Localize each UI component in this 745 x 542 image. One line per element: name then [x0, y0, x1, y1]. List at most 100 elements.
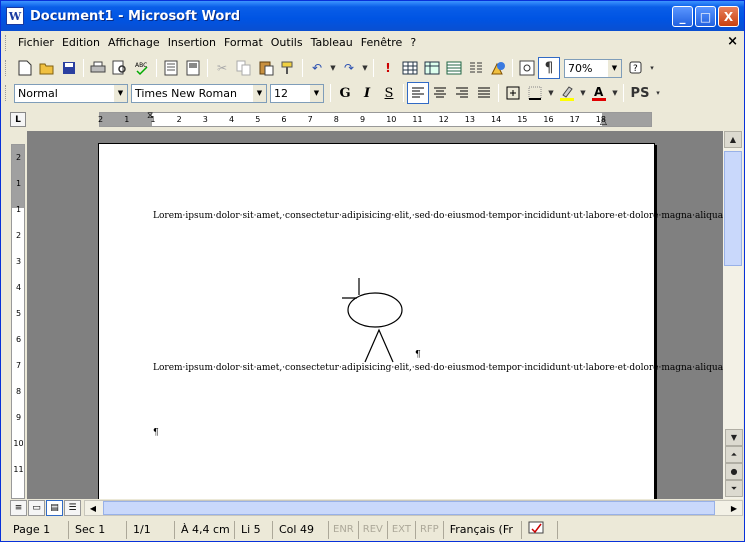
scroll-right-icon[interactable]: ▶: [726, 501, 742, 515]
insert-excel-icon[interactable]: [443, 57, 465, 79]
undo-dropdown-icon[interactable]: ▼: [328, 57, 338, 79]
document-area[interactable]: Lorem·ipsum·dolor·sit·amet,·consectetur·…: [27, 131, 723, 499]
status-rfp[interactable]: RFP: [416, 521, 444, 539]
borders-icon[interactable]: [524, 82, 546, 104]
new-document-icon[interactable]: [14, 57, 36, 79]
print-icon[interactable]: [87, 57, 109, 79]
redo-icon[interactable]: ↷: [338, 57, 360, 79]
vertical-ruler[interactable]: 2 1 1 2 3 4 5 6 7 8 9 10 11: [11, 144, 25, 499]
align-center-icon[interactable]: [429, 82, 451, 104]
scroll-down-icon[interactable]: ▼: [725, 429, 743, 446]
columns-icon[interactable]: [465, 57, 487, 79]
menu-grip-handle[interactable]: [5, 35, 8, 51]
save-icon[interactable]: [58, 57, 80, 79]
scroll-left-icon[interactable]: ◀: [85, 501, 101, 515]
show-hide-formatting-icon[interactable]: ¶: [538, 57, 560, 79]
toolbar-separator: [373, 59, 374, 77]
italic-button[interactable]: I: [356, 82, 378, 104]
horizontal-ruler[interactable]: ⧖ △ 2 1 1 2 3 4 5 6 7 8 9 10 11 12 13 14 15 16 17 18: [98, 111, 652, 127]
title-bar[interactable]: W Document1 - Microsoft Word _ □ X: [1, 1, 744, 31]
previous-page-icon[interactable]: ⏶: [725, 446, 743, 463]
horizontal-scroll-thumb[interactable]: [103, 501, 715, 515]
print-layout-icon[interactable]: ▤: [46, 500, 63, 516]
ruler-tick-label: 2: [98, 115, 104, 124]
align-right-icon[interactable]: [451, 82, 473, 104]
paragraph-2[interactable]: Lorem·ipsum·dolor·sit·amet,·consectetur·…: [153, 362, 723, 375]
open-folder-icon[interactable]: [36, 57, 58, 79]
format-painter-icon[interactable]: [277, 57, 299, 79]
menu-tableau[interactable]: Tableau: [307, 34, 357, 52]
spelling-status-icon[interactable]: [522, 521, 558, 539]
redo-dropdown-icon[interactable]: ▼: [360, 57, 370, 79]
tab-selector[interactable]: L: [10, 112, 26, 127]
scroll-up-icon[interactable]: ▲: [724, 131, 742, 148]
highlight-icon[interactable]: [556, 82, 578, 104]
paragraph-1[interactable]: Lorem·ipsum·dolor·sit·amet,·consectetur·…: [153, 210, 723, 223]
normal-view-icon[interactable]: ≡: [10, 500, 27, 516]
print-preview-icon[interactable]: [109, 57, 131, 79]
menu-affichage[interactable]: Affichage: [104, 34, 164, 52]
justify-icon[interactable]: [473, 82, 495, 104]
menu-fichier[interactable]: Fichier: [14, 34, 58, 52]
zoom-select[interactable]: 70% ▼: [564, 58, 622, 78]
outline-border-icon[interactable]: [502, 82, 524, 104]
cut-icon[interactable]: ✂: [211, 57, 233, 79]
font-color-dropdown-icon[interactable]: ▼: [610, 82, 620, 104]
borders-dropdown-icon[interactable]: ▼: [546, 82, 556, 104]
browse-object-icon[interactable]: ●: [725, 463, 743, 480]
toolbar-options-icon[interactable]: ▾: [647, 57, 657, 79]
insert-table-icon[interactable]: [421, 57, 443, 79]
menu-help[interactable]: ?: [406, 34, 420, 52]
menu-outils[interactable]: Outils: [267, 34, 307, 52]
document-close-button[interactable]: ×: [727, 34, 738, 49]
menu-edition[interactable]: Edition: [58, 34, 104, 52]
chevron-down-icon[interactable]: ▼: [114, 84, 127, 102]
close-button[interactable]: X: [718, 6, 739, 27]
status-ext[interactable]: EXT: [388, 521, 416, 539]
document-page[interactable]: Lorem·ipsum·dolor·sit·amet,·consectetur·…: [98, 143, 723, 499]
next-page-icon[interactable]: ⏷: [725, 480, 743, 497]
office-assistant-icon[interactable]: ?: [625, 57, 647, 79]
status-rev[interactable]: REV: [359, 521, 388, 539]
toolbar-grip-handle[interactable]: [5, 60, 8, 76]
font-color-icon[interactable]: A: [588, 82, 610, 104]
document-layout-icon[interactable]: [182, 57, 204, 79]
ps-button[interactable]: PS: [627, 82, 653, 104]
menu-format[interactable]: Format: [220, 34, 267, 52]
chevron-down-icon[interactable]: ▼: [608, 59, 621, 77]
chevron-down-icon[interactable]: ▼: [253, 84, 266, 102]
document-map-icon[interactable]: [160, 57, 182, 79]
status-language[interactable]: Français (Fr: [444, 521, 522, 539]
underline-button[interactable]: S: [378, 82, 400, 104]
drawing-icon[interactable]: [487, 57, 509, 79]
menu-fenetre[interactable]: Fenêtre: [357, 34, 407, 52]
tables-borders-icon[interactable]: [399, 57, 421, 79]
toolbar-grip-handle[interactable]: [5, 85, 8, 101]
menu-insertion[interactable]: Insertion: [164, 34, 220, 52]
align-left-icon[interactable]: [407, 82, 429, 104]
minimize-button[interactable]: _: [672, 6, 693, 27]
vertical-scroll-thumb[interactable]: [724, 151, 742, 266]
font-select[interactable]: Times New Roman ▼: [131, 83, 267, 103]
maximize-button[interactable]: □: [695, 6, 716, 27]
chevron-down-icon[interactable]: ▼: [310, 84, 323, 102]
spelling-icon[interactable]: ABC: [131, 57, 153, 79]
ruler-tick-label: 18: [595, 115, 606, 124]
vertical-scrollbar[interactable]: ▲ ▼ ⏶ ● ⏷: [723, 131, 743, 499]
word-app-icon[interactable]: W: [6, 7, 24, 25]
bold-button[interactable]: G: [334, 82, 356, 104]
style-select[interactable]: Normal ▼: [14, 83, 128, 103]
horizontal-scrollbar[interactable]: ◀ ▶: [84, 500, 743, 516]
undo-icon[interactable]: ↶: [306, 57, 328, 79]
toolbar-options-icon[interactable]: ▾: [653, 82, 663, 104]
document-map-toggle-icon[interactable]: [516, 57, 538, 79]
status-enr[interactable]: ENR: [329, 521, 359, 539]
paste-icon[interactable]: [255, 57, 277, 79]
highlight-dropdown-icon[interactable]: ▼: [578, 82, 588, 104]
copy-icon[interactable]: [233, 57, 255, 79]
outline-view-icon[interactable]: ☰: [64, 500, 81, 516]
web-view-icon[interactable]: ▭: [28, 500, 45, 516]
status-bar: Page 1 Sec 1 1/1 À 4,4 cm Li 5 Col 49 EN…: [1, 519, 744, 541]
font-size-select[interactable]: 12 ▼: [270, 83, 324, 103]
hyperlink-icon[interactable]: !: [377, 57, 399, 79]
